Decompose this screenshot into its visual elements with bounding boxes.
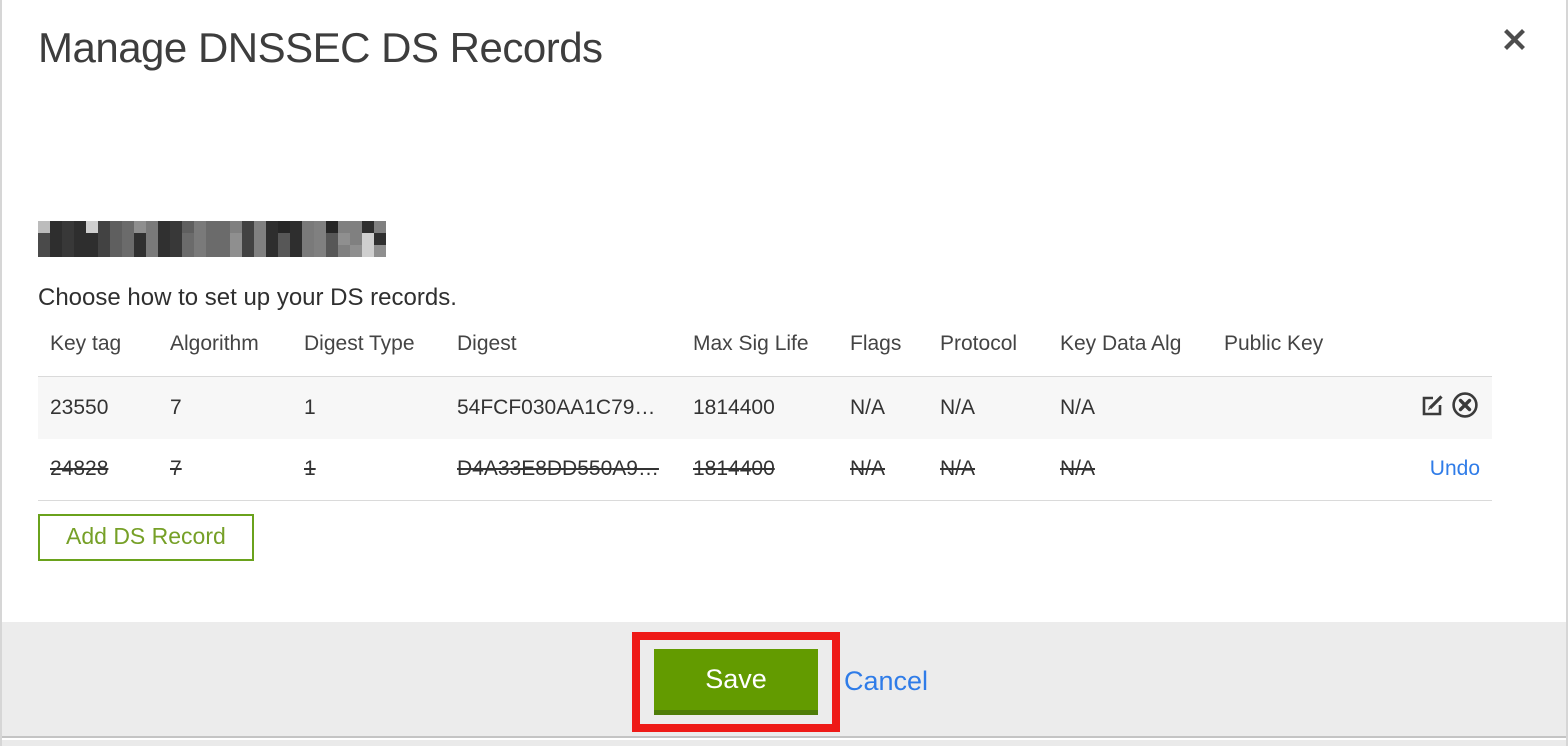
table-header-row: Key tag Algorithm Digest Type Digest Max… (38, 330, 1492, 377)
edit-record-button[interactable] (1418, 391, 1447, 423)
header-protocol: Protocol (940, 332, 1018, 355)
cell-public-key (1212, 377, 1392, 439)
close-button[interactable] (1496, 22, 1532, 58)
header-digest-type: Digest Type (304, 332, 415, 355)
ds-record-row-deleted: 24828 7 1 D4A33E8DD550A9… 1814400 N/A N/… (38, 438, 1492, 501)
header-max-sig-life: Max Sig Life (693, 332, 809, 355)
redacted-domain-name (38, 221, 386, 257)
cell-digest-type: 1 (304, 395, 316, 419)
header-digest: Digest (457, 332, 517, 355)
cell-algorithm: 7 (170, 457, 182, 481)
delete-record-button[interactable] (1450, 390, 1480, 423)
undo-link[interactable]: Undo (1430, 457, 1480, 480)
cell-key-data-alg: N/A (1060, 395, 1096, 419)
annotation-highlight-box: Save (632, 632, 840, 732)
cancel-link[interactable]: Cancel (844, 666, 928, 697)
cell-flags: N/A (850, 457, 886, 481)
cell-actions: Undo (1392, 439, 1492, 501)
header-actions (1392, 330, 1492, 377)
cell-public-key (1212, 439, 1392, 501)
header-public-key: Public Key (1224, 332, 1324, 355)
header-key-data-alg: Key Data Alg (1060, 332, 1182, 355)
header-flags: Flags (850, 332, 902, 355)
cell-digest: D4A33E8DD550A9… (457, 457, 659, 481)
ds-record-row-active: 23550 7 1 54FCF030AA1C79… 1814400 N/A N/… (38, 376, 1492, 439)
ds-records-table: Key tag Algorithm Digest Type Digest Max… (38, 330, 1492, 501)
cell-algorithm: 7 (170, 395, 182, 419)
cell-max-sig-life: 1814400 (693, 395, 775, 419)
instruction-text: Choose how to set up your DS records. (38, 284, 457, 311)
page-title: Manage DNSSEC DS Records (38, 24, 603, 71)
delete-icon (1450, 390, 1480, 423)
dnssec-modal: Manage DNSSEC DS Records Choose how to s… (0, 0, 1568, 746)
cell-key-tag: 23550 (50, 395, 109, 419)
edit-icon (1418, 391, 1447, 423)
cell-max-sig-life: 1814400 (693, 457, 775, 481)
cell-protocol: N/A (940, 457, 976, 481)
close-icon (1501, 29, 1528, 56)
save-button[interactable]: Save (654, 649, 818, 715)
cell-flags: N/A (850, 395, 886, 419)
cell-digest-type: 1 (304, 457, 316, 481)
page-background-strip (2, 740, 1566, 746)
add-ds-record-button[interactable]: Add DS Record (38, 514, 254, 561)
header-key-tag: Key tag (50, 332, 122, 355)
cell-protocol: N/A (940, 395, 976, 419)
cell-digest: 54FCF030AA1C79… (457, 395, 656, 419)
cell-key-data-alg: N/A (1060, 457, 1096, 481)
header-algorithm: Algorithm (170, 332, 259, 355)
cell-actions (1392, 377, 1492, 439)
cell-key-tag: 24828 (50, 457, 109, 481)
